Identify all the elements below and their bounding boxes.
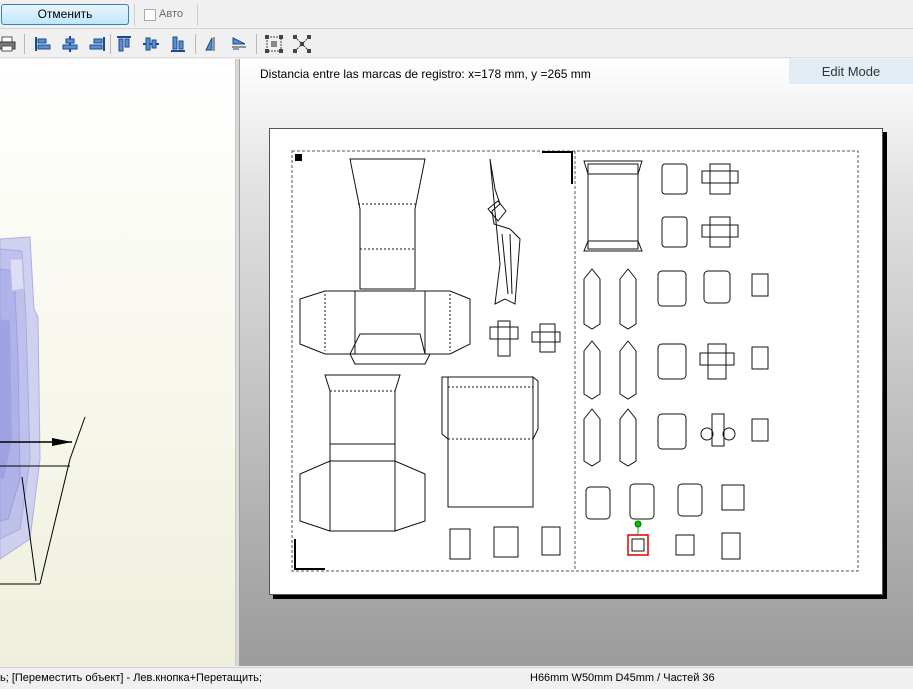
registration-distance-text: Distancia entre las marcas de registro: … <box>260 67 591 81</box>
pattern-part[interactable] <box>299 374 426 532</box>
align-left-icon[interactable] <box>32 33 54 55</box>
selected-part[interactable] <box>627 520 649 556</box>
toolbar-separator <box>110 34 111 54</box>
pattern-part[interactable] <box>449 526 561 560</box>
pattern-part[interactable] <box>661 163 739 248</box>
status-bar: ь; [Переместить объект] - Лев.кнопка+Пер… <box>0 667 913 689</box>
pattern-part[interactable] <box>583 408 769 467</box>
rotate-handle[interactable] <box>634 520 642 528</box>
pattern-part[interactable] <box>487 158 521 305</box>
toolbar-separator <box>24 34 25 54</box>
ungroup-icon[interactable] <box>291 33 313 55</box>
align-top-icon[interactable] <box>113 33 135 55</box>
pattern-part[interactable] <box>585 483 745 520</box>
unfolded-parts <box>291 150 859 572</box>
toolbar-separator <box>256 34 257 54</box>
pattern-part[interactable] <box>675 532 741 560</box>
status-dimensions: H66mm W50mm D45mm / Частей 36 <box>530 672 715 684</box>
status-hint: ь; [Переместить объект] - Лев.кнопка+Пер… <box>0 672 262 684</box>
registration-mark <box>295 154 302 161</box>
align-center-h-icon[interactable] <box>59 33 81 55</box>
pepakura-window: Отменить Авто Distancia entre las marcas… <box>0 0 913 689</box>
align-bottom-icon[interactable] <box>167 33 189 55</box>
pattern-part[interactable] <box>583 340 769 400</box>
3d-model <box>0 236 86 585</box>
paper-sheet <box>269 128 883 595</box>
toolbar <box>0 30 913 58</box>
pattern-part[interactable] <box>583 268 769 330</box>
auto-checkbox[interactable] <box>144 9 156 21</box>
print-icon[interactable] <box>0 33 18 55</box>
align-right-icon[interactable] <box>86 33 108 55</box>
2d-pattern-view[interactable]: Distancia entre las marcas de registro: … <box>240 59 913 666</box>
flip-horizontal-icon[interactable] <box>201 33 223 55</box>
auto-toggle[interactable]: Авто <box>134 4 198 26</box>
flip-vertical-icon[interactable] <box>228 33 250 55</box>
top-bar: Отменить Авто <box>0 0 913 29</box>
pattern-part[interactable] <box>441 375 539 508</box>
cancel-button[interactable]: Отменить <box>1 4 129 25</box>
group-select-icon[interactable] <box>263 33 285 55</box>
mode-badge: Edit Mode <box>789 59 913 84</box>
pattern-part[interactable] <box>489 320 561 357</box>
toolbar-separator <box>195 34 196 54</box>
3d-view[interactable] <box>0 59 236 666</box>
pattern-part[interactable] <box>583 160 643 252</box>
pattern-part[interactable] <box>299 158 471 365</box>
auto-label: Авто <box>159 8 183 20</box>
align-middle-v-icon[interactable] <box>140 33 162 55</box>
